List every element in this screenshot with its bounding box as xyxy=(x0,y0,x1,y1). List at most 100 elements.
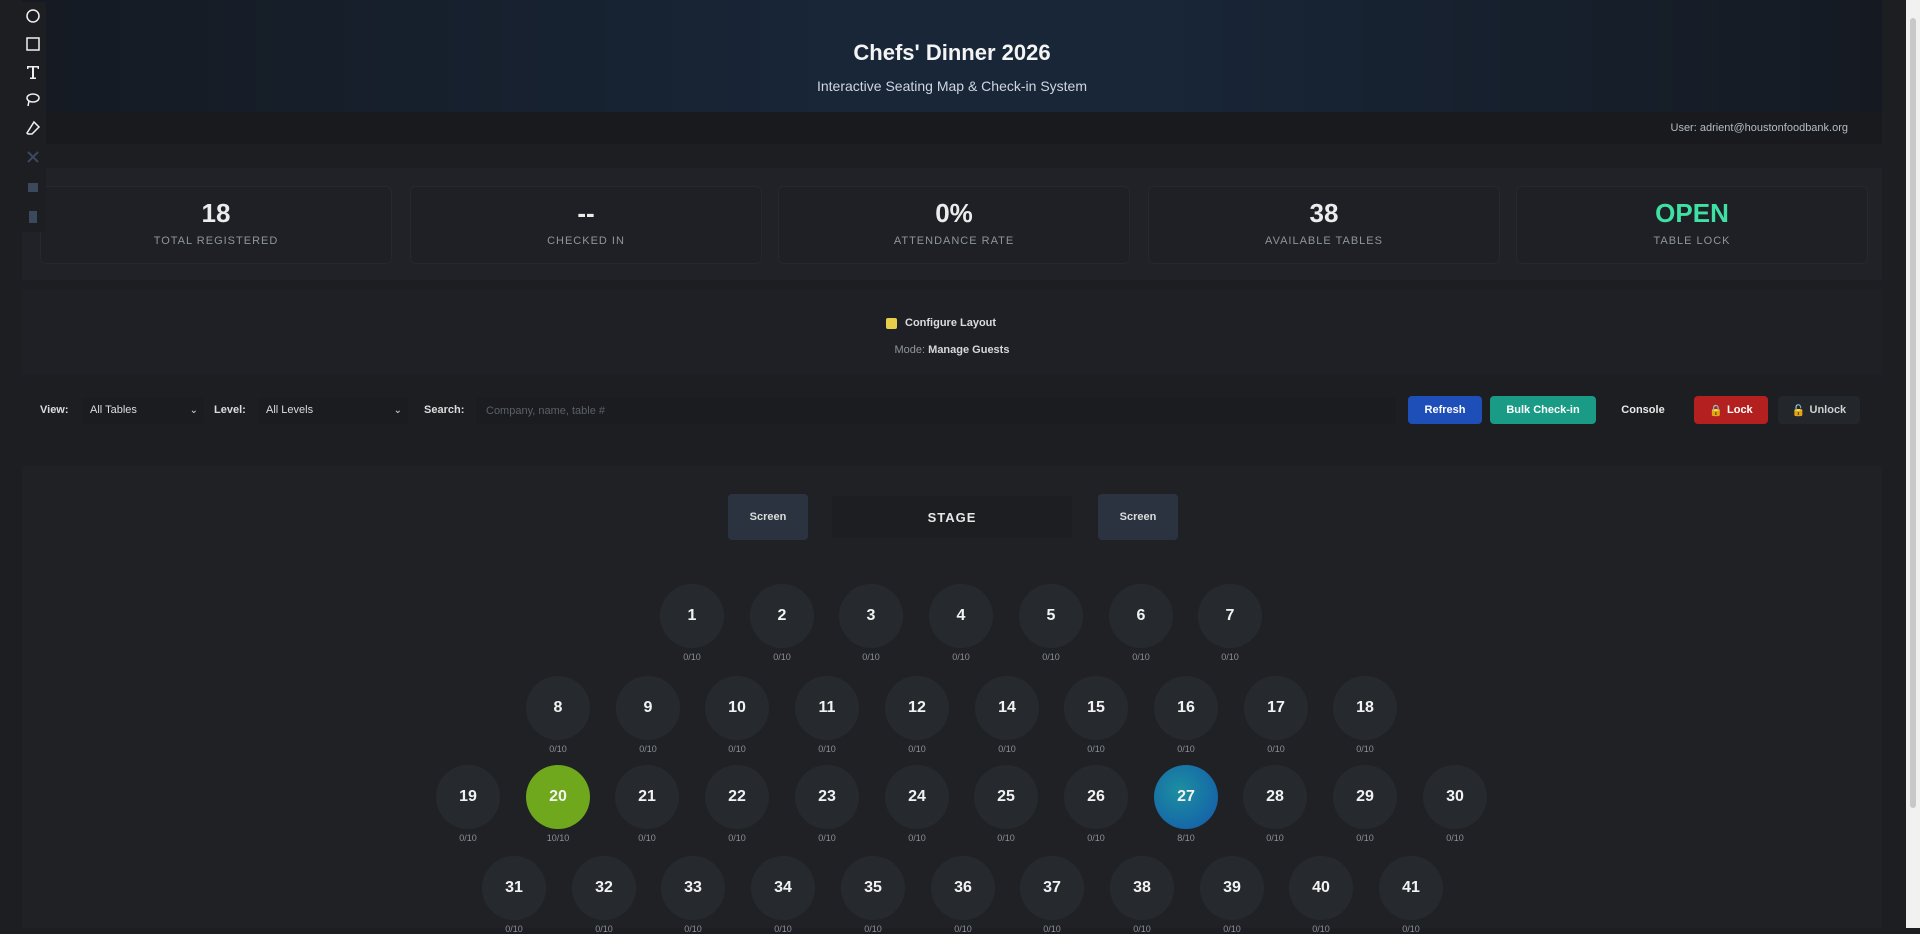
table-number: 39 xyxy=(1223,879,1241,896)
table-number: 14 xyxy=(998,699,1016,716)
table-7[interactable]: 7 xyxy=(1198,584,1262,648)
page-header: Chefs' Dinner 2026 Interactive Seating M… xyxy=(22,0,1882,112)
unlock-button[interactable]: 🔓 Unlock xyxy=(1778,396,1860,424)
table-capacity: 0/10 xyxy=(1356,744,1374,754)
table-capacity: 0/10 xyxy=(1221,652,1239,662)
table-9[interactable]: 9 xyxy=(616,676,680,740)
table-41[interactable]: 41 xyxy=(1379,856,1443,920)
table-number: 23 xyxy=(818,788,836,805)
table-2[interactable]: 2 xyxy=(750,584,814,648)
table-11[interactable]: 11 xyxy=(795,676,859,740)
table-36[interactable]: 36 xyxy=(931,856,995,920)
table-capacity: 0/10 xyxy=(639,744,657,754)
filter-bar: View: All Tables ⌄ Level: All Levels ⌄ S… xyxy=(22,384,1882,438)
table-32[interactable]: 32 xyxy=(572,856,636,920)
page-scrollbar[interactable] xyxy=(1906,0,1920,928)
table-40[interactable]: 40 xyxy=(1289,856,1353,920)
console-button[interactable]: Console xyxy=(1606,396,1680,424)
table-capacity: 0/10 xyxy=(1087,744,1105,754)
table-capacity: 0/10 xyxy=(998,744,1016,754)
configure-layout-button[interactable]: Configure Layout xyxy=(886,312,996,334)
table-38[interactable]: 38 xyxy=(1110,856,1174,920)
square-icon[interactable] xyxy=(21,30,45,58)
table-18[interactable]: 18 xyxy=(1333,676,1397,740)
table-25[interactable]: 25 xyxy=(974,765,1038,829)
table-27[interactable]: 27 xyxy=(1154,765,1218,829)
table-31[interactable]: 31 xyxy=(482,856,546,920)
table-30[interactable]: 30 xyxy=(1423,765,1487,829)
user-email: User: adrient@houstonfoodbank.org xyxy=(1670,122,1849,134)
view-select[interactable]: All Tables ⌄ xyxy=(82,398,204,424)
eraser-icon[interactable] xyxy=(21,114,45,142)
table-number: 6 xyxy=(1136,607,1146,624)
level-label: Level: xyxy=(214,404,246,416)
refresh-button[interactable]: Refresh xyxy=(1408,396,1482,424)
table-number: 16 xyxy=(1177,699,1195,716)
table-number: 18 xyxy=(1356,699,1374,716)
table-1[interactable]: 1 xyxy=(660,584,724,648)
table-capacity: 0/10 xyxy=(595,924,613,934)
bulk-checkin-button[interactable]: Bulk Check-in xyxy=(1490,396,1596,424)
table-20[interactable]: 20 xyxy=(526,765,590,829)
table-14[interactable]: 14 xyxy=(975,676,1039,740)
level-select[interactable]: All Levels ⌄ xyxy=(258,398,408,424)
stage: STAGE xyxy=(832,496,1072,538)
stat-label: TOTAL REGISTERED xyxy=(153,235,279,247)
table-34[interactable]: 34 xyxy=(751,856,815,920)
table-35[interactable]: 35 xyxy=(841,856,905,920)
right-screen: Screen xyxy=(1098,494,1178,540)
table-capacity: 0/10 xyxy=(997,833,1015,843)
table-22[interactable]: 22 xyxy=(705,765,769,829)
table-24[interactable]: 24 xyxy=(885,765,949,829)
circle-icon[interactable] xyxy=(21,2,45,30)
table-15[interactable]: 15 xyxy=(1064,676,1128,740)
table-16[interactable]: 16 xyxy=(1154,676,1218,740)
table-29[interactable]: 29 xyxy=(1333,765,1397,829)
table-number: 27 xyxy=(1177,788,1195,805)
table-number: 4 xyxy=(956,607,966,624)
table-capacity: 0/10 xyxy=(1042,652,1060,662)
lock-button[interactable]: 🔒 Lock xyxy=(1694,396,1768,424)
table-28[interactable]: 28 xyxy=(1243,765,1307,829)
table-19[interactable]: 19 xyxy=(436,765,500,829)
table-21[interactable]: 21 xyxy=(615,765,679,829)
table-number: 9 xyxy=(643,699,653,716)
table-4[interactable]: 4 xyxy=(929,584,993,648)
seating-map: Screen STAGE Screen 1 0/10 2 0/10 3 0/10 4 0/10… xyxy=(22,466,1882,934)
table-8[interactable]: 8 xyxy=(526,676,590,740)
table-3[interactable]: 3 xyxy=(839,584,903,648)
table-23[interactable]: 23 xyxy=(795,765,859,829)
table-capacity: 0/10 xyxy=(774,924,792,934)
table-capacity: 0/10 xyxy=(638,833,656,843)
stat-checked-in: -- CHECKED IN xyxy=(410,186,762,264)
table-12[interactable]: 12 xyxy=(885,676,949,740)
table-6[interactable]: 6 xyxy=(1109,584,1173,648)
table-33[interactable]: 33 xyxy=(661,856,725,920)
configure-layout-label: Configure Layout xyxy=(905,317,997,329)
table-39[interactable]: 39 xyxy=(1200,856,1264,920)
table-capacity: 0/10 xyxy=(1312,924,1330,934)
stat-value: 38 xyxy=(1309,198,1339,228)
table-5[interactable]: 5 xyxy=(1019,584,1083,648)
stat-total-registered: 18 TOTAL REGISTERED xyxy=(40,186,392,264)
table-17[interactable]: 17 xyxy=(1244,676,1308,740)
text-icon[interactable] xyxy=(21,58,45,86)
table-capacity: 0/10 xyxy=(1177,744,1195,754)
lasso-icon[interactable] xyxy=(21,86,45,114)
table-number: 32 xyxy=(595,879,613,896)
table-10[interactable]: 10 xyxy=(705,676,769,740)
table-number: 35 xyxy=(864,879,882,896)
stat-table-lock: OPEN TABLE LOCK xyxy=(1516,186,1868,264)
table-capacity: 0/10 xyxy=(1356,833,1374,843)
search-input[interactable] xyxy=(476,398,1396,424)
stat-value: 0% xyxy=(935,198,973,228)
table-26[interactable]: 26 xyxy=(1064,765,1128,829)
table-number: 28 xyxy=(1266,788,1284,805)
table-capacity: 0/10 xyxy=(1267,744,1285,754)
table-number: 5 xyxy=(1046,607,1056,624)
scrollbar-thumb[interactable] xyxy=(1910,18,1916,808)
stat-label: AVAILABLE TABLES xyxy=(1265,235,1383,247)
table-number: 31 xyxy=(505,879,523,896)
table-37[interactable]: 37 xyxy=(1020,856,1084,920)
left-screen-label: Screen xyxy=(749,511,787,523)
